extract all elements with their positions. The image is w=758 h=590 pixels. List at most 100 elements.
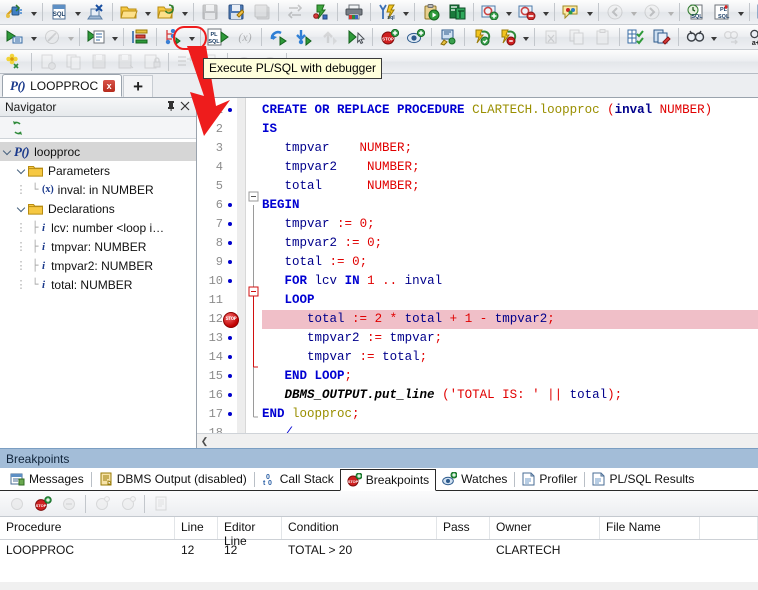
run-to-cursor-icon[interactable]	[343, 25, 369, 49]
tab-messages[interactable]: Messages	[4, 468, 90, 490]
chevron-down-icon[interactable]	[14, 165, 28, 177]
new-sql-dropdown-arrow[interactable]	[72, 1, 83, 23]
new-sql-window-icon[interactable]: SQL	[46, 0, 72, 24]
add-watch-icon[interactable]	[402, 25, 428, 49]
test-window-icon[interactable]	[753, 0, 758, 24]
column-header-owner[interactable]: Owner	[490, 517, 600, 539]
tab-profiler[interactable]: Profiler	[516, 468, 583, 490]
compile-dropdown-arrow[interactable]	[520, 26, 531, 48]
tree-item-loopproc[interactable]: P() loopproc	[0, 142, 196, 161]
svg-text:sql: sql	[387, 15, 395, 21]
navigator-tree[interactable]: P() loopproc Parameters ⋮ └ (x) inval: i…	[0, 139, 196, 448]
print-icon[interactable]	[341, 0, 367, 24]
compile-icon[interactable]	[308, 0, 334, 24]
tree-item-tmpvar[interactable]: ⋮ ├ i tmpvar: NUMBER	[0, 237, 196, 256]
explain-plan-list-icon[interactable]	[127, 25, 153, 49]
code-editor[interactable]: 1 2 3 4 5 6 7 8 9 10 11 12 13 14 15 16 1	[197, 98, 758, 448]
column-header-editor-line[interactable]: Editor Line	[218, 517, 282, 548]
replace-icon[interactable]: a+b	[745, 25, 758, 49]
plsql-beautifier-dropdown-arrow[interactable]	[735, 1, 746, 23]
plsql-beautifier-icon[interactable]: PL SQL	[709, 0, 735, 24]
new-program-window-icon[interactable]	[83, 0, 109, 24]
execute-dropdown-arrow[interactable]	[28, 26, 39, 48]
close-icon[interactable]: x	[103, 79, 116, 92]
code-lines[interactable]: CREATE OR REPLACE PROCEDURE CLARTECH.loo…	[262, 98, 758, 433]
execute-icon[interactable]	[2, 25, 28, 49]
explain-plan-icon[interactable]	[444, 0, 470, 24]
add-breakpoint-icon[interactable]: STOP	[30, 492, 56, 516]
scrollbar-track[interactable]	[212, 434, 758, 448]
sql-history-icon[interactable]: SQL	[683, 0, 709, 24]
column-header-pass[interactable]: Pass	[437, 517, 490, 539]
document-tab-loopproc[interactable]: P() LOOPPROC x	[2, 74, 123, 97]
find-icon[interactable]	[682, 25, 708, 49]
tree-item-parameters[interactable]: Parameters	[0, 161, 196, 180]
connect-dropdown-arrow[interactable]	[28, 1, 39, 23]
tab-call-stack[interactable]: 0 t 0 Call Stack	[256, 468, 340, 490]
execute-sql-dropdown-arrow[interactable]	[109, 26, 120, 48]
tree-item-inval[interactable]: ⋮ └ (x) inval: in NUMBER	[0, 180, 196, 199]
tree-item-declarations[interactable]: Declarations	[0, 199, 196, 218]
pin-icon[interactable]	[164, 100, 178, 114]
breakpoints-grid[interactable]: Procedure Line Editor Line Condition Pas…	[0, 517, 758, 582]
column-header-procedure[interactable]: Procedure	[0, 517, 175, 539]
step-into-icon[interactable]	[291, 25, 317, 49]
remove-window-icon[interactable]	[514, 0, 540, 24]
debug-tree-dropdown-arrow[interactable]	[186, 26, 197, 48]
tab-dbms-output[interactable]: DBMS Output (disabled)	[93, 468, 253, 490]
code-line: /	[284, 426, 293, 433]
reopen-dropdown-arrow[interactable]	[179, 1, 190, 23]
sql-lightning-dropdown-arrow[interactable]	[400, 1, 411, 23]
tab-plsql-results[interactable]: PL/SQL Results	[586, 468, 700, 490]
compile-with-debug-icon[interactable]	[468, 25, 494, 49]
syntax-check-icon[interactable]	[623, 25, 649, 49]
add-breakpoint-icon[interactable]: STOP	[376, 25, 402, 49]
executable-marker	[223, 405, 237, 424]
cut-icon	[538, 25, 564, 49]
refresh-icon[interactable]	[4, 116, 30, 140]
clipboard-run-icon[interactable]	[418, 0, 444, 24]
chevron-down-icon[interactable]	[14, 203, 28, 215]
code-folding-gutter[interactable]	[246, 98, 262, 433]
compile-without-debug-icon[interactable]	[494, 25, 520, 49]
tab-breakpoints[interactable]: STOP Breakpoints	[339, 469, 437, 491]
beautifier-flower-icon[interactable]	[2, 50, 28, 74]
add-window-dropdown-arrow[interactable]	[503, 1, 514, 23]
add-tab-button[interactable]: +	[123, 75, 154, 97]
reopen-icon[interactable]	[153, 0, 179, 24]
column-header-condition[interactable]: Condition	[282, 517, 437, 539]
execute-plsql-with-debugger-button[interactable]: PL SQL	[204, 25, 232, 49]
horizontal-scrollbar[interactable]: ❮	[197, 433, 758, 448]
navigator-toolbar	[0, 117, 196, 139]
chevron-down-icon[interactable]	[0, 146, 14, 158]
run-debug-icon[interactable]	[265, 25, 291, 49]
scroll-left-icon[interactable]: ❮	[197, 436, 212, 447]
connect-icon[interactable]	[2, 0, 28, 24]
tab-watches[interactable]: Watches	[436, 468, 513, 490]
executable-marker-gutter[interactable]: STOP	[223, 98, 239, 433]
comment-dropdown-arrow[interactable]	[584, 1, 595, 23]
remove-window-dropdown-arrow[interactable]	[540, 1, 551, 23]
comment-icon[interactable]	[558, 0, 584, 24]
svg-text:STOP: STOP	[382, 36, 394, 41]
open-dropdown-arrow[interactable]	[142, 1, 153, 23]
sql-lightning-icon[interactable]: sql	[374, 0, 400, 24]
clear-icon[interactable]	[649, 25, 675, 49]
code-area[interactable]: 1 2 3 4 5 6 7 8 9 10 11 12 13 14 15 16 1	[197, 98, 758, 433]
column-header-file-name[interactable]: File Name	[600, 517, 700, 539]
tree-item-lcv[interactable]: ⋮ ├ i lcv: number <loop i…	[0, 218, 196, 237]
table-row[interactable]: LOOPPROC 12 12 TOTAL > 20 CLARTECH	[0, 540, 758, 562]
column-header-extra[interactable]	[700, 517, 758, 539]
close-icon[interactable]	[178, 100, 192, 114]
debug-tree-icon[interactable]	[160, 25, 186, 49]
execute-sql-icon[interactable]	[83, 25, 109, 49]
code-line: tmpvar := 0;	[284, 217, 375, 231]
tree-item-total[interactable]: ⋮ └ i total: NUMBER	[0, 275, 196, 294]
save-as-icon[interactable]	[223, 0, 249, 24]
column-header-line[interactable]: Line	[175, 517, 218, 539]
edit-breakpoints-icon[interactable]	[435, 25, 461, 49]
find-dropdown-arrow[interactable]	[708, 26, 719, 48]
add-window-icon[interactable]	[477, 0, 503, 24]
tree-item-tmpvar2[interactable]: ⋮ ├ i tmpvar2: NUMBER	[0, 256, 196, 275]
open-icon[interactable]	[116, 0, 142, 24]
